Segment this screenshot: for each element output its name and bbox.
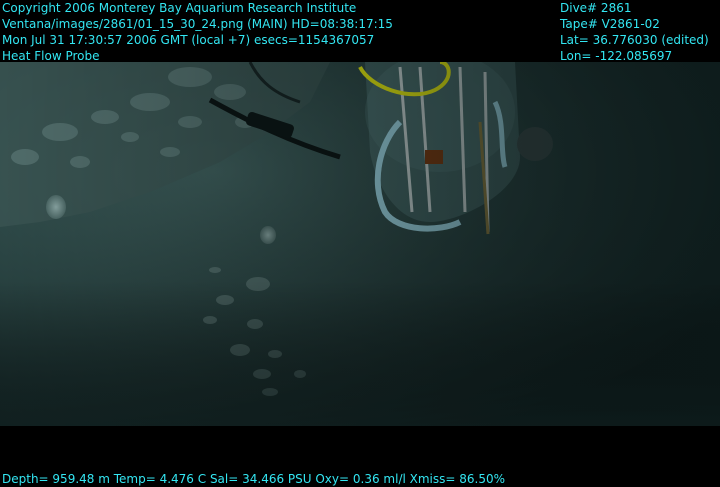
header-left: Copyright 2006 Monterey Bay Aquarium Res… [2, 0, 393, 64]
sensor-readout: Depth= 959.48 m Temp= 4.476 C Sal= 34.46… [2, 472, 506, 486]
latitude: Lat= 36.776030 (edited) [560, 33, 709, 47]
vignette [0, 62, 720, 426]
copyright-line: Copyright 2006 Monterey Bay Aquarium Res… [2, 1, 357, 15]
timestamp-line: Mon Jul 31 17:30:57 2006 GMT (local +7) … [2, 33, 375, 47]
seafloor-photo [0, 62, 720, 426]
dive-number: Dive# 2861 [560, 1, 632, 15]
image-path-line: Ventana/images/2861/01_15_30_24.png (MAI… [2, 17, 393, 31]
header-right: Dive# 2861 Tape# V2861-02 Lat= 36.776030… [560, 0, 709, 64]
tape-number: Tape# V2861-02 [560, 17, 660, 31]
seafloor-scene [0, 62, 720, 426]
